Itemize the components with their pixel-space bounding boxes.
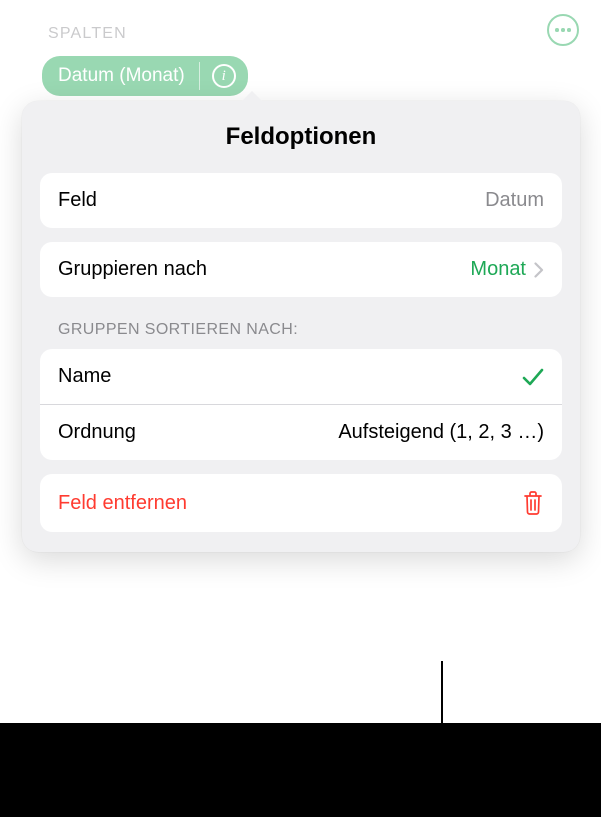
remove-field-row[interactable]: Feld entfernen: [40, 474, 562, 532]
sort-order-label: Ordnung: [58, 421, 136, 444]
group-by-value: Monat: [470, 258, 526, 281]
chevron-right-icon: [534, 262, 544, 278]
sort-order-value: Aufsteigend (1, 2, 3 …): [338, 421, 544, 444]
field-card: Feld Datum: [40, 173, 562, 228]
callout-line: [441, 661, 443, 723]
group-by-row[interactable]: Gruppieren nach Monat: [40, 242, 562, 297]
topbar: SPALTEN: [0, 0, 601, 56]
sort-name-label: Name: [58, 365, 111, 388]
field-label: Feld: [58, 189, 97, 212]
remove-card: Feld entfernen: [40, 474, 562, 532]
section-label: SPALTEN: [48, 25, 127, 43]
popover-title: Feldoptionen: [40, 123, 562, 151]
group-by-card: Gruppieren nach Monat: [40, 242, 562, 297]
ellipsis-dot: [567, 28, 571, 32]
group-by-label: Gruppieren nach: [58, 258, 207, 281]
ellipsis-dot: [555, 28, 559, 32]
popover-arrow: [236, 91, 268, 107]
field-value: Datum: [485, 189, 544, 212]
more-button[interactable]: [547, 14, 579, 46]
field-pill-label: Datum (Monat): [42, 56, 199, 96]
pill-row: Datum (Monat) i: [0, 56, 601, 96]
sort-card: Name Ordnung Aufsteigend (1, 2, 3 …): [40, 349, 562, 460]
sort-section-header: GRUPPEN SORTIEREN NACH:: [40, 321, 562, 349]
field-pill-info-button[interactable]: i: [200, 56, 248, 96]
sort-name-row[interactable]: Name: [40, 349, 562, 404]
field-options-popover: Feldoptionen Feld Datum Gruppieren nach …: [22, 101, 580, 552]
bottom-bar: [0, 723, 601, 817]
sort-order-row[interactable]: Ordnung Aufsteigend (1, 2, 3 …): [40, 404, 562, 460]
field-pill[interactable]: Datum (Monat) i: [42, 56, 248, 96]
checkmark-icon: [522, 367, 544, 387]
ellipsis-dot: [561, 28, 565, 32]
remove-field-label: Feld entfernen: [58, 492, 187, 515]
info-icon: i: [212, 64, 236, 88]
field-row[interactable]: Feld Datum: [40, 173, 562, 228]
trash-icon: [522, 490, 544, 516]
